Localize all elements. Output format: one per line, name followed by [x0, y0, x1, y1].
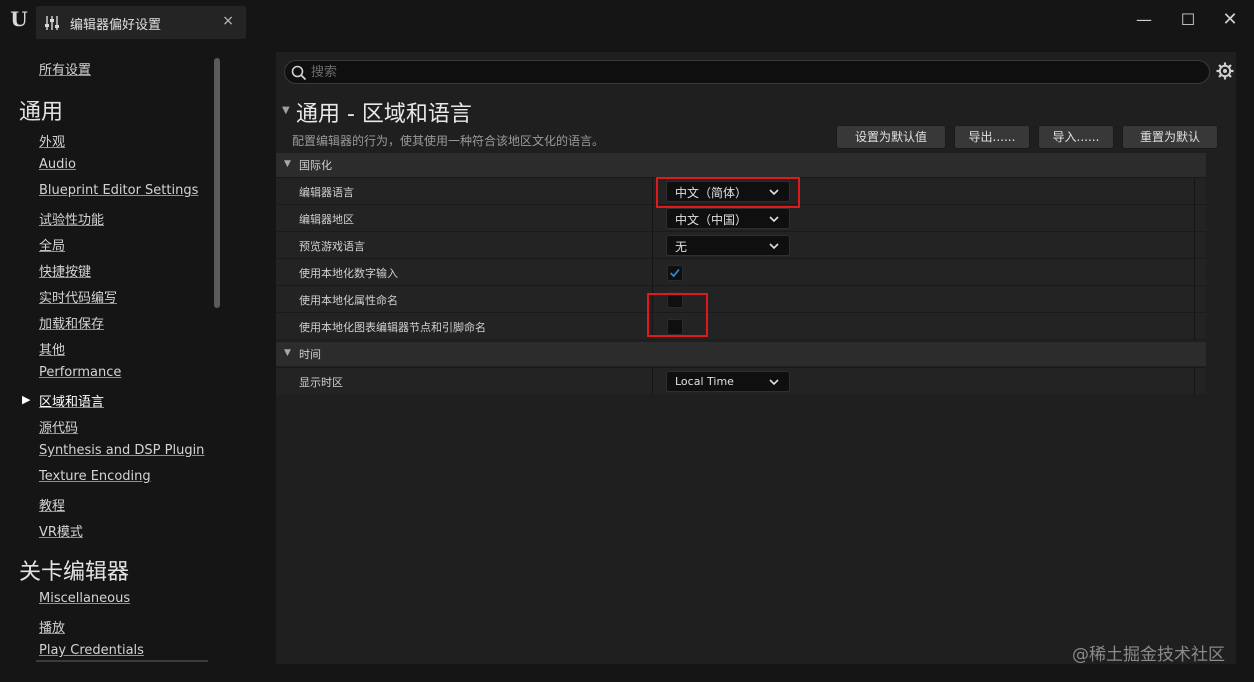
setting-label: 预览游戏语言 [299, 240, 365, 253]
column-divider[interactable] [652, 259, 653, 286]
sidebar-item-play-credentials[interactable]: Play Credentials [39, 643, 144, 658]
column-divider [1194, 232, 1195, 259]
category-collapse-icon: ▼ [284, 159, 291, 169]
editor-region-dropdown[interactable]: 中文（中国） [666, 208, 790, 229]
setting-row-localized-property-names: 使用本地化属性命名 [276, 285, 1206, 313]
chevron-down-icon [769, 189, 779, 196]
collapse-arrow-icon[interactable]: ▼ [282, 105, 290, 116]
column-divider[interactable] [652, 313, 653, 340]
sidebar-item-blueprint-editor-settings[interactable]: Blueprint Editor Settings [39, 183, 198, 198]
column-divider [1194, 286, 1195, 313]
dropdown-value: 无 [675, 240, 688, 254]
maximize-button[interactable]: ☐ [1174, 8, 1202, 32]
sidebar-item-appearance[interactable]: 外观 [39, 131, 65, 150]
unreal-logo-icon: U [10, 7, 28, 31]
dropdown-value: 中文（中国） [675, 213, 748, 227]
selected-arrow-icon: ▶ [22, 393, 31, 406]
setting-row-localized-graph-node-names: 使用本地化图表编辑器节点和引脚命名 [276, 312, 1206, 340]
dropdown-value: 中文（简体） [675, 186, 748, 200]
sidebar-item-play[interactable]: 播放 [39, 617, 65, 636]
chevron-down-icon [769, 216, 779, 223]
details-panel: ▼ 通用 - 区域和语言 配置编辑器的行为，使其使用一种符合该地区文化的语言。 … [276, 52, 1236, 664]
column-divider[interactable] [652, 368, 653, 395]
search-input[interactable] [311, 62, 1191, 82]
setting-row-display-timezone: 显示时区 Local Time [276, 367, 1206, 395]
sidebar-item-region-language[interactable]: 区域和语言 [39, 391, 104, 410]
column-divider [1194, 259, 1195, 286]
minimize-button[interactable]: — [1130, 8, 1158, 32]
sidebar-item-misc[interactable]: 其他 [39, 339, 65, 358]
setting-row-editor-region: 编辑器地区 中文（中国） [276, 204, 1206, 232]
column-divider [1194, 205, 1195, 232]
sidebar-divider [36, 660, 208, 662]
sidebar-item-loading-saving[interactable]: 加载和保存 [39, 313, 104, 332]
chevron-down-icon [769, 243, 779, 250]
localized-property-names-checkbox[interactable] [667, 292, 683, 308]
sidebar-item-keyboard-shortcuts[interactable]: 快捷按键 [39, 261, 91, 280]
sidebar-item-texture-encoding[interactable]: Texture Encoding [39, 469, 151, 484]
sidebar-item-synthesis-dsp[interactable]: Synthesis and DSP Plugin [39, 443, 204, 458]
checkmark-icon [670, 268, 680, 278]
search-icon [291, 65, 307, 81]
editor-language-dropdown[interactable]: 中文（简体） [666, 181, 790, 202]
category-collapse-icon: ▼ [284, 348, 291, 358]
sliders-icon [45, 16, 59, 30]
preview-game-language-dropdown[interactable]: 无 [666, 235, 790, 256]
close-window-button[interactable]: ✕ [1216, 8, 1244, 32]
column-divider[interactable] [652, 286, 653, 313]
column-divider [1194, 178, 1195, 205]
import-button[interactable]: 导入...... [1038, 125, 1114, 149]
page-title: 通用 - 区域和语言 [296, 102, 472, 127]
tab-close-icon[interactable]: × [222, 13, 234, 29]
chevron-down-icon [769, 379, 779, 386]
settings-sidebar: 所有设置 通用 外观 Audio Blueprint Editor Settin… [0, 42, 228, 670]
sidebar-item-source-code[interactable]: 源代码 [39, 417, 78, 436]
setting-label: 编辑器语言 [299, 186, 354, 199]
display-timezone-dropdown[interactable]: Local Time [666, 371, 790, 392]
set-as-default-button[interactable]: 设置为默认值 [836, 125, 946, 149]
column-divider[interactable] [652, 232, 653, 259]
sidebar-item-all-settings[interactable]: 所有设置 [39, 59, 91, 78]
category-time[interactable]: ▼ 时间 [276, 342, 1206, 366]
sidebar-item-global[interactable]: 全局 [39, 235, 65, 254]
editor-preferences-tab[interactable]: 编辑器偏好设置 × [36, 6, 246, 39]
setting-label: 显示时区 [299, 376, 343, 389]
sidebar-heading-level-editor: 关卡编辑器 [19, 560, 130, 585]
category-label: 时间 [299, 348, 321, 361]
sidebar-item-tutorials[interactable]: 教程 [39, 495, 65, 514]
setting-label: 使用本地化属性命名 [299, 294, 398, 307]
reset-to-default-button[interactable]: 重置为默认 [1122, 125, 1218, 149]
sidebar-item-experimental[interactable]: 试验性功能 [39, 209, 104, 228]
category-internationalization[interactable]: ▼ 国际化 [276, 153, 1206, 177]
setting-label: 使用本地化数字输入 [299, 267, 398, 280]
sidebar-item-audio[interactable]: Audio [39, 157, 76, 172]
localized-graph-node-names-checkbox[interactable] [667, 319, 683, 335]
setting-row-editor-language: 编辑器语言 中文（简体） [276, 177, 1206, 205]
sidebar-item-vr-mode[interactable]: VR模式 [39, 521, 83, 540]
sidebar-scrollbar[interactable] [214, 58, 220, 308]
category-label: 国际化 [299, 159, 332, 172]
sidebar-item-live-coding[interactable]: 实时代码编写 [39, 287, 117, 306]
watermark: @稀土掘金技术社区 [1072, 645, 1225, 665]
sidebar-item-performance[interactable]: Performance [39, 365, 121, 380]
export-button[interactable]: 导出...... [954, 125, 1030, 149]
setting-row-preview-game-language: 预览游戏语言 无 [276, 231, 1206, 259]
sidebar-item-miscellaneous[interactable]: Miscellaneous [39, 591, 130, 606]
column-divider [1194, 313, 1195, 340]
tab-title: 编辑器偏好设置 [70, 18, 162, 33]
column-divider[interactable] [652, 205, 653, 232]
column-divider[interactable] [652, 178, 653, 205]
title-bar: U 编辑器偏好设置 × — ☐ ✕ [0, 0, 1254, 42]
setting-label: 使用本地化图表编辑器节点和引脚命名 [299, 321, 486, 334]
page-description: 配置编辑器的行为，使其使用一种符合该地区文化的语言。 [292, 134, 605, 148]
sidebar-heading-general: 通用 [19, 100, 64, 125]
localized-numeric-input-checkbox[interactable] [667, 265, 683, 281]
setting-row-localized-numeric-input: 使用本地化数字输入 [276, 258, 1206, 286]
gear-icon[interactable] [1216, 62, 1234, 80]
setting-label: 编辑器地区 [299, 213, 354, 226]
dropdown-value: Local Time [675, 375, 734, 388]
search-box[interactable] [284, 60, 1210, 84]
column-divider [1194, 368, 1195, 395]
